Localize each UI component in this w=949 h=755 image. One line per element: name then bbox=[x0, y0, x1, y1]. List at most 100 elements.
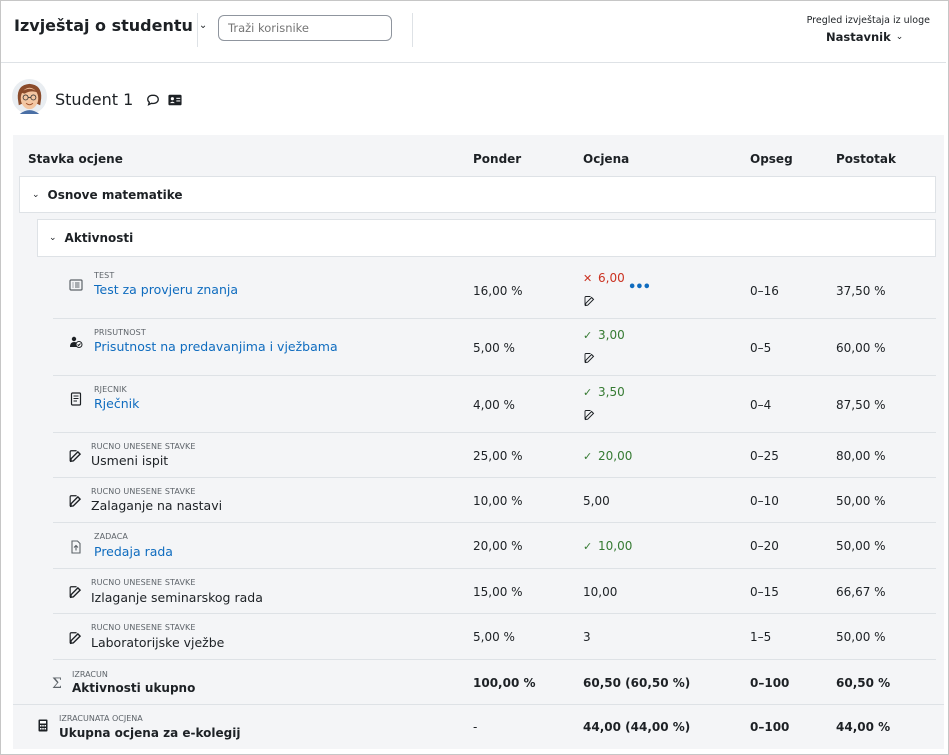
item-type: RJECNIK bbox=[94, 385, 127, 394]
item-range: 0–4 bbox=[750, 398, 772, 412]
message-icon[interactable] bbox=[146, 93, 160, 107]
item-link[interactable]: Test za provjeru znanja bbox=[94, 282, 238, 297]
chevron-down-icon[interactable]: ⌄ bbox=[32, 190, 40, 200]
avatar[interactable] bbox=[12, 79, 47, 114]
student-name: Student 1 bbox=[55, 90, 134, 109]
item-percent: 66,67 % bbox=[836, 585, 886, 599]
contact-card-icon[interactable] bbox=[168, 94, 182, 106]
assignment-upload-icon bbox=[71, 540, 81, 554]
item-type: RUCNO UNESENE STAVKE bbox=[91, 578, 196, 587]
item-weight: 5,00 % bbox=[473, 341, 515, 355]
item-weight: 4,00 % bbox=[473, 398, 515, 412]
view-as-selector[interactable]: Nastavnik ⌄ bbox=[826, 30, 903, 44]
manual-item-icon bbox=[69, 495, 82, 508]
report-title: Izvještaj o studentu bbox=[14, 16, 193, 35]
total-percent: 44,00 % bbox=[836, 720, 891, 734]
total-range: 0–100 bbox=[750, 676, 790, 690]
check-icon: ✓ bbox=[583, 329, 593, 342]
edit-icon[interactable] bbox=[584, 409, 596, 421]
item-name: Izlaganje seminarskog rada bbox=[91, 590, 263, 605]
category-name: Osnove matematike bbox=[47, 187, 183, 202]
manual-item-icon bbox=[69, 450, 82, 463]
item-percent: 80,00 % bbox=[836, 449, 886, 463]
table-row: RUCNO UNESENE STAVKE Laboratorijske vjež… bbox=[53, 614, 936, 660]
check-icon: ✓ bbox=[583, 540, 593, 553]
total-grade: 44,00 (44,00 %) bbox=[583, 720, 691, 734]
item-range: 0–5 bbox=[750, 341, 772, 355]
item-type: RUCNO UNESENE STAVKE bbox=[91, 442, 196, 451]
item-grade: 5,00 bbox=[583, 494, 610, 508]
table-row: RUCNO UNESENE STAVKE Usmeni ispit 25,00 … bbox=[53, 433, 936, 478]
total-type: IZRACUNATA OCJENA bbox=[59, 714, 143, 723]
item-range: 0–16 bbox=[750, 284, 779, 298]
total-weight: 100,00 % bbox=[473, 676, 536, 690]
sigma-icon: Σ bbox=[52, 676, 62, 692]
more-actions-icon[interactable]: ••• bbox=[628, 280, 651, 295]
total-weight: - bbox=[473, 720, 478, 734]
col-item: Stavka ocjene bbox=[28, 152, 123, 166]
total-grade: 60,50 (60,50 %) bbox=[583, 676, 691, 690]
col-grade: Ocjena bbox=[583, 152, 630, 166]
chevron-down-icon: ⌄ bbox=[198, 20, 208, 31]
quiz-icon bbox=[69, 279, 83, 291]
item-percent: 37,50 % bbox=[836, 284, 886, 298]
view-as-value: Nastavnik bbox=[826, 30, 891, 44]
user-search-input[interactable] bbox=[218, 15, 392, 41]
item-range: 0–10 bbox=[750, 494, 779, 508]
item-weight: 10,00 % bbox=[473, 494, 523, 508]
total-name: Ukupna ocjena za e-kolegij bbox=[59, 726, 241, 740]
total-type: IZRACUN bbox=[72, 670, 108, 679]
table-row: RUCNO UNESENE STAVKE Zalaganje na nastav… bbox=[53, 478, 936, 523]
item-name: Usmeni ispit bbox=[91, 453, 169, 468]
item-range: 1–5 bbox=[750, 630, 772, 644]
item-weight: 15,00 % bbox=[473, 585, 523, 599]
item-range: 0–25 bbox=[750, 449, 779, 463]
divider bbox=[13, 704, 944, 705]
category-course: ⌄ Osnove matematike bbox=[19, 176, 936, 213]
report-selector[interactable]: Izvještaj o studentu ⌄ bbox=[14, 16, 207, 35]
edit-icon[interactable] bbox=[584, 352, 596, 364]
item-grade: ✓ 3,00 bbox=[583, 328, 625, 342]
category-name: Aktivnosti bbox=[64, 231, 134, 245]
col-range: Opseg bbox=[750, 152, 793, 166]
item-name: Laboratorijske vježbe bbox=[91, 635, 225, 650]
item-grade: ✕ 6,00 bbox=[583, 271, 625, 285]
category-activities: ⌄ Aktivnosti bbox=[37, 219, 936, 257]
edit-icon[interactable] bbox=[584, 295, 596, 307]
item-grade: 10,00 bbox=[583, 585, 618, 599]
table-row: RUCNO UNESENE STAVKE Izlaganje seminarsk… bbox=[53, 569, 936, 614]
item-type: ZADACA bbox=[94, 532, 128, 541]
divider bbox=[412, 13, 413, 47]
item-weight: 25,00 % bbox=[473, 449, 523, 463]
item-percent: 50,00 % bbox=[836, 539, 886, 553]
item-grade: ✓ 20,00 bbox=[583, 449, 633, 463]
item-type: RUCNO UNESENE STAVKE bbox=[91, 623, 196, 632]
glossary-icon bbox=[70, 392, 82, 406]
item-link[interactable]: Predaja rada bbox=[94, 544, 173, 559]
item-grade: ✓ 10,00 bbox=[583, 539, 633, 553]
calculator-icon bbox=[38, 719, 48, 732]
item-type: TEST bbox=[94, 271, 115, 280]
divider bbox=[197, 13, 198, 47]
table-row: RJECNIK Rječnik 4,00 % ✓ 3,50 0–4 87,50 % bbox=[53, 376, 936, 433]
item-weight: 5,00 % bbox=[473, 630, 515, 644]
item-link[interactable]: Prisutnost na predavanjima i vježbama bbox=[94, 339, 338, 354]
chevron-down-icon[interactable]: ⌄ bbox=[49, 233, 57, 243]
item-percent: 50,00 % bbox=[836, 494, 886, 508]
manual-item-icon bbox=[69, 632, 82, 645]
total-percent: 60,50 % bbox=[836, 676, 891, 690]
table-row: TEST Test za provjeru znanja 16,00 % ✕ 6,… bbox=[53, 262, 936, 319]
check-icon: ✓ bbox=[583, 386, 593, 399]
item-link[interactable]: Rječnik bbox=[94, 396, 139, 411]
item-type: RUCNO UNESENE STAVKE bbox=[91, 487, 196, 496]
cross-icon: ✕ bbox=[583, 272, 593, 285]
item-weight: 20,00 % bbox=[473, 539, 523, 553]
total-name: Aktivnosti ukupno bbox=[72, 681, 196, 695]
table-row: PRISUTNOST Prisutnost na predavanjima i … bbox=[53, 319, 936, 376]
page-header: Izvještaj o studentu ⌄ Pregled izvještaj… bbox=[1, 1, 946, 63]
chevron-down-icon: ⌄ bbox=[895, 32, 904, 42]
view-as-label: Pregled izvještaja iz uloge bbox=[806, 15, 930, 26]
total-range: 0–100 bbox=[750, 720, 790, 734]
item-percent: 50,00 % bbox=[836, 630, 886, 644]
check-icon: ✓ bbox=[583, 450, 593, 463]
